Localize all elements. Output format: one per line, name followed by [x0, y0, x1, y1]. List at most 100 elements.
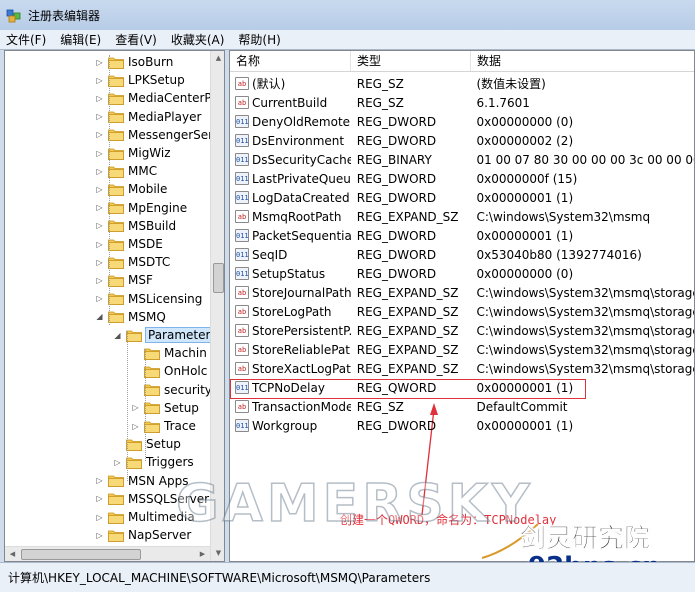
expand-icon[interactable]: ▷ — [95, 258, 104, 267]
value-row[interactable]: ab CurrentBuild REG_SZ 6.1.7601 — [230, 93, 694, 112]
scroll-down-icon[interactable]: ▼ — [211, 546, 224, 561]
expand-icon[interactable]: ▷ — [95, 513, 104, 522]
values-list[interactable]: 名称 类型 数据 创建一个QWORD，命名为：TCPNodelay ab (默认)… — [229, 50, 695, 562]
tree-item-mobile[interactable]: ▷ Mobile — [95, 180, 167, 198]
tree-item-mediaplayer[interactable]: ▷ MediaPlayer — [95, 108, 201, 126]
expand-icon[interactable]: ▷ — [95, 476, 104, 485]
tree-vertical-scrollbar[interactable]: ▲ ▼ — [210, 51, 224, 561]
tree-item-multimedia[interactable]: ▷ Multimedia — [95, 508, 194, 526]
string-value-icon: ab — [235, 286, 249, 299]
scroll-left-icon[interactable]: ◀ — [5, 547, 20, 561]
value-data: C:\windows\System32\msmq\storage — [476, 323, 695, 338]
status-path: 计算机\HKEY_LOCAL_MACHINE\SOFTWARE\Microsof… — [8, 571, 431, 585]
binary-value-icon: 011 — [235, 419, 249, 432]
value-row[interactable]: 011 TCPNoDelay REG_QWORD 0x00000001 (1) — [230, 378, 694, 397]
value-row[interactable]: ab StoreLogPath REG_EXPAND_SZ C:\windows\Sy… — [230, 302, 694, 321]
value-row[interactable]: ab (默认) REG_SZ (数值未设置) — [230, 74, 694, 93]
expand-icon[interactable]: ▷ — [95, 294, 104, 303]
tree-item-msmq[interactable]: ◢ MSMQ — [95, 308, 165, 326]
value-type: REG_QWORD — [356, 380, 437, 395]
value-row[interactable]: 011 SeqID REG_DWORD 0x53040b80 (1392774016) — [230, 245, 694, 264]
value-row[interactable]: 011 Workgroup REG_DWORD 0x00000001 (1) — [230, 416, 694, 435]
value-row[interactable]: ab StorePersistentP... REG_EXPAND_SZ C:\win… — [230, 321, 695, 340]
value-type: REG_SZ — [356, 95, 404, 110]
tree-item-msde[interactable]: ▷ MSDE — [95, 235, 162, 253]
tree-item-isoburn[interactable]: ▷ IsoBurn — [95, 53, 173, 71]
folder-icon — [108, 93, 124, 105]
expand-icon[interactable]: ▷ — [95, 58, 104, 67]
value-name-cell: 011 Workgroup — [230, 419, 351, 433]
expand-icon[interactable]: ▷ — [95, 167, 104, 176]
tree-item-setup[interactable]: Setup — [113, 435, 181, 453]
expand-icon[interactable]: ▷ — [95, 76, 104, 85]
expand-icon[interactable]: ▷ — [95, 112, 104, 121]
menu-view[interactable]: 查看(V) — [109, 30, 163, 50]
expand-icon[interactable]: ▷ — [131, 403, 140, 412]
value-row[interactable]: 011 LogDataCreated REG_DWORD 0x00000001 (1) — [230, 188, 694, 207]
tree-item-trace[interactable]: ▷ Trace — [131, 417, 195, 435]
registry-tree[interactable]: ▷ IsoBurn ▷ LPKSetup ▷ MediaCenterP ▷ MediaPlay… — [4, 50, 225, 562]
tree-item-mmc[interactable]: ▷ MMC — [95, 162, 157, 180]
scroll-right-icon[interactable]: ▶ — [195, 547, 210, 561]
collapse-icon[interactable]: ◢ — [95, 312, 104, 321]
folder-icon — [108, 293, 124, 305]
header-type[interactable]: 类型 — [351, 51, 471, 71]
menu-help[interactable]: 帮助(H) — [232, 30, 286, 50]
tree-item-msf[interactable]: ▷ MSF — [95, 271, 152, 289]
tree-item-setup[interactable]: ▷ Setup — [131, 399, 199, 417]
expand-icon[interactable]: ▷ — [131, 422, 140, 431]
collapse-icon[interactable]: ◢ — [113, 331, 122, 340]
tree-item-mslicensing[interactable]: ▷ MSLicensing — [95, 290, 202, 308]
tree-item-triggers[interactable]: ▷ Triggers — [113, 453, 193, 471]
value-row[interactable]: ab MsmqRootPath REG_EXPAND_SZ C:\windows\Sy… — [230, 207, 694, 226]
value-row[interactable]: 011 DenyOldRemote... REG_DWORD 0x00000000 (… — [230, 112, 694, 131]
string-value-icon: ab — [235, 400, 249, 413]
value-name: StoreReliablePath — [252, 342, 351, 357]
header-name[interactable]: 名称 — [230, 51, 351, 71]
value-row[interactable]: 011PacketSequentia... REG_DWORD 0x00000001… — [230, 226, 694, 245]
tree-item-security[interactable]: security — [131, 381, 212, 399]
value-row[interactable]: ab StoreReliablePath REG_EXPAND_SZ C:\windo… — [230, 340, 694, 359]
tree-item-mssqlserver[interactable]: ▷ MSSQLServer — [95, 490, 209, 508]
value-type: REG_DWORD — [356, 133, 437, 148]
expand-icon[interactable]: ▷ — [95, 531, 104, 540]
menu-favorites[interactable]: 收藏夹(A) — [165, 30, 231, 50]
scroll-up-icon[interactable]: ▲ — [211, 51, 224, 66]
value-row[interactable]: ab StoreXactLogPath REG_EXPAND_SZ C:\window… — [230, 359, 694, 378]
expand-icon[interactable]: ▷ — [95, 276, 104, 285]
tree-item-parameters[interactable]: ◢ Parameters — [113, 326, 220, 344]
string-value-icon: ab — [235, 324, 249, 337]
tree-item-messengerserv[interactable]: ▷ MessengerServ — [95, 126, 220, 144]
expand-icon[interactable]: ▷ — [95, 185, 104, 194]
tree-item-napserver[interactable]: ▷ NapServer — [95, 526, 191, 544]
expand-icon[interactable]: ▷ — [95, 203, 104, 212]
expand-icon[interactable]: ▷ — [113, 458, 122, 467]
value-row[interactable]: ab TransactionMode REG_SZ DefaultCommit — [230, 397, 694, 416]
menu-file[interactable]: 文件(F) — [0, 30, 52, 50]
tree-item-msdtc[interactable]: ▷ MSDTC — [95, 253, 170, 271]
tree-item-msn-apps[interactable]: ▷ MSN Apps — [95, 472, 188, 490]
tree-item-onholc[interactable]: OnHolc — [131, 362, 207, 380]
folder-icon — [108, 129, 124, 142]
tree-item-migwiz[interactable]: ▷ MigWiz — [95, 144, 170, 162]
expand-icon[interactable]: ▷ — [95, 94, 104, 103]
expand-icon[interactable]: ▷ — [95, 240, 104, 249]
tree-horizontal-scrollbar[interactable]: ◀ ▶ — [5, 546, 210, 561]
tree-item-mediacenterp[interactable]: ▷ MediaCenterP — [95, 89, 211, 107]
tree-item-machin[interactable]: Machin — [131, 344, 207, 362]
menu-edit[interactable]: 编辑(E) — [54, 30, 107, 50]
binary-value-icon: 011 — [235, 229, 249, 242]
expand-icon[interactable]: ▷ — [95, 494, 104, 503]
value-row[interactable]: 011 SetupStatus REG_DWORD 0x00000000 (0) — [230, 264, 694, 283]
scroll-thumb[interactable] — [213, 263, 224, 293]
value-row[interactable]: ab StoreJournalPath REG_EXPAND_SZ C:\window… — [230, 283, 694, 302]
value-row[interactable]: 011LastPrivateQueu... REG_DWORD 0x0000000f… — [230, 169, 694, 188]
expand-icon[interactable]: ▷ — [95, 221, 104, 230]
scroll-thumb[interactable] — [21, 549, 141, 560]
expand-icon[interactable]: ▷ — [95, 149, 104, 158]
header-data[interactable]: 数据 — [471, 51, 694, 71]
tree-item-msbuild[interactable]: ▷ MSBuild — [95, 217, 176, 235]
expand-icon[interactable]: ▷ — [95, 130, 104, 139]
value-row[interactable]: 011 DsSecurityCache REG_BINARY 01 00 07 80 … — [230, 150, 694, 169]
value-row[interactable]: 011 DsEnvironment REG_DWORD 0x00000002 (2) — [230, 131, 694, 150]
